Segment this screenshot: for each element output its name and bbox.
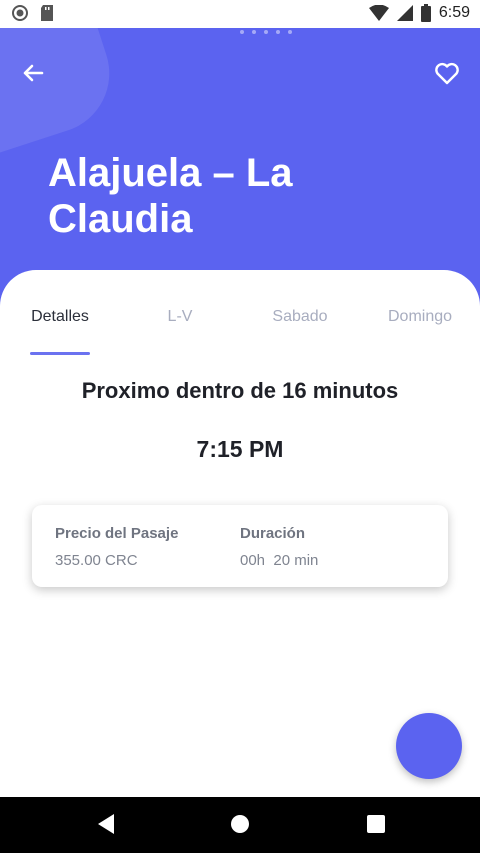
fare-info-card: Precio del Pasaje 355.00 CRC Duración 00… bbox=[32, 505, 448, 587]
page-indicator bbox=[240, 30, 292, 34]
arrow-left-icon bbox=[23, 64, 44, 82]
record-icon bbox=[12, 5, 28, 21]
heart-outline-icon bbox=[435, 62, 459, 85]
back-button[interactable] bbox=[18, 58, 48, 88]
schedule-tabs: Detalles L-V Sabado Domingo bbox=[0, 308, 480, 358]
status-time: 6:59 bbox=[438, 4, 470, 21]
duration-value: 00h 20 min bbox=[240, 552, 319, 569]
tab-sabado[interactable]: Sabado bbox=[240, 308, 360, 326]
route-header: Alajuela – La Claudia bbox=[0, 28, 480, 308]
route-title: Alajuela – La Claudia bbox=[48, 151, 293, 241]
price-column: Precio del Pasaje 355.00 CRC bbox=[55, 525, 178, 569]
tab-domingo[interactable]: Domingo bbox=[360, 308, 480, 326]
next-departure-message: Proximo dentro de 16 minutos bbox=[81, 378, 399, 403]
duration-column: Duración 00h 20 min bbox=[240, 525, 318, 569]
status-bar: 6:59 bbox=[0, 0, 480, 28]
sd-card-icon bbox=[41, 5, 53, 21]
wifi-icon bbox=[368, 5, 389, 21]
navigation-bar bbox=[0, 797, 480, 853]
home-circle-icon[interactable] bbox=[229, 813, 251, 835]
floating-action-button[interactable] bbox=[396, 713, 462, 779]
recents-square-icon[interactable] bbox=[366, 813, 386, 835]
active-tab-indicator bbox=[30, 352, 90, 355]
duration-label: Duración bbox=[240, 525, 306, 542]
next-departure-time: 7:15 PM bbox=[196, 436, 284, 462]
cell-signal-icon bbox=[396, 5, 413, 21]
price-value: 355.00 CRC bbox=[55, 552, 138, 569]
battery-icon bbox=[420, 4, 431, 22]
header-decoration bbox=[0, 28, 125, 159]
tab-l-v[interactable]: L-V bbox=[120, 308, 240, 326]
back-triangle-icon[interactable] bbox=[96, 813, 116, 835]
favorite-button[interactable] bbox=[432, 58, 462, 88]
tab-detalles[interactable]: Detalles bbox=[0, 308, 120, 326]
price-label: Precio del Pasaje bbox=[55, 525, 179, 542]
